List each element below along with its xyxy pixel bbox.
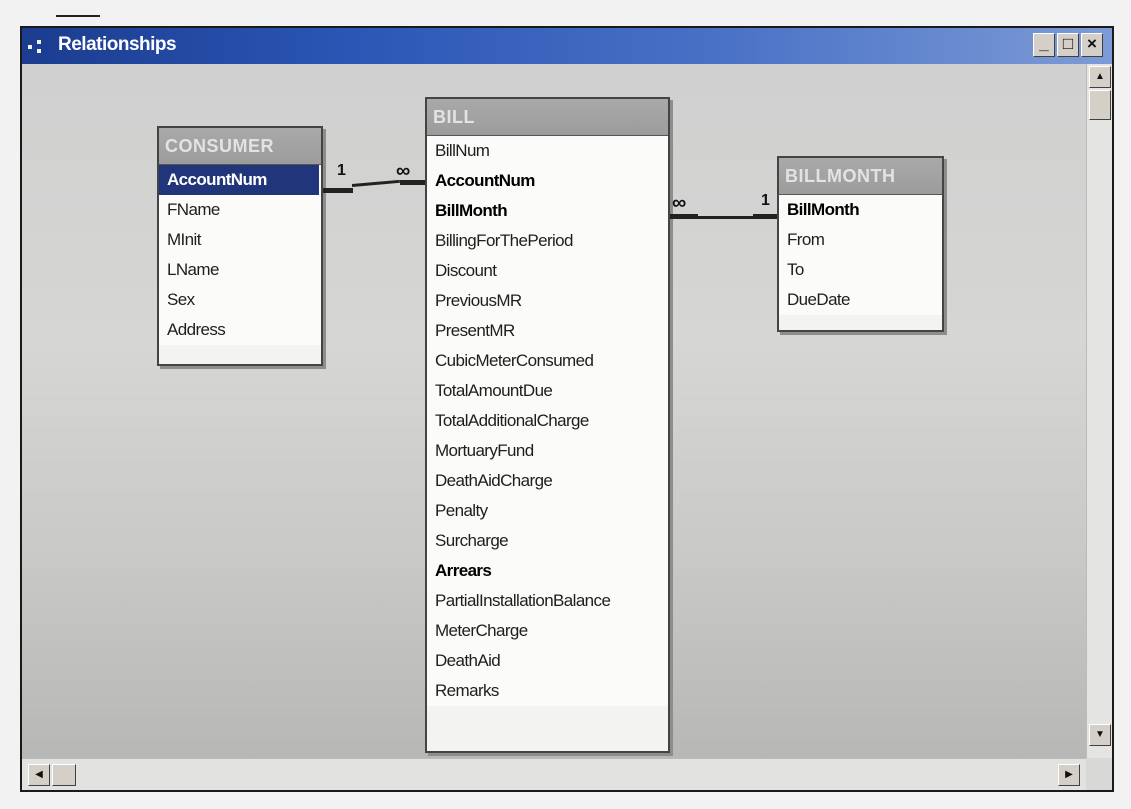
billmonth-field-row[interactable]: DueDate <box>779 285 942 315</box>
bill-field-row[interactable]: MeterCharge <box>427 616 668 646</box>
scroll-left-button[interactable]: ◀ <box>28 764 50 786</box>
bill-field-row[interactable]: AccountNum <box>427 166 668 196</box>
window-title: Relationships <box>58 34 177 55</box>
minimize-button[interactable]: _ <box>1033 33 1055 57</box>
relationships-canvas[interactable]: CONSUMER AccountNum FName MInit LName Sex Add… <box>22 64 1086 758</box>
consumer-field-row[interactable]: FName <box>159 195 321 225</box>
billmonth-table-title[interactable]: BILLMONTH <box>779 158 942 195</box>
consumer-field-row[interactable]: Sex <box>159 285 321 315</box>
bill-table-title[interactable]: BILL <box>427 99 668 136</box>
bill-field-row[interactable]: TotalAdditionalCharge <box>427 406 668 436</box>
billmonth-field-row[interactable]: To <box>779 255 942 285</box>
bill-field-row[interactable]: BillingForThePeriod <box>427 226 668 256</box>
consumer-table[interactable]: CONSUMER AccountNum FName MInit LName Sex Add… <box>157 126 323 366</box>
consumer-field-row[interactable]: LName <box>159 255 321 285</box>
bill-table[interactable]: BILL BillNum AccountNum BillMonth BillingFo… <box>425 97 670 753</box>
bill-field-row[interactable]: PresentMR <box>427 316 668 346</box>
maximize-button[interactable]: □ <box>1057 33 1079 57</box>
resize-grip-icon[interactable] <box>1086 758 1112 790</box>
bill-field-row[interactable]: PartialInstallationBalance <box>427 586 668 616</box>
bill-field-row[interactable]: Surcharge <box>427 526 668 556</box>
consumer-field-row[interactable]: MInit <box>159 225 321 255</box>
bill-field-row[interactable]: DeathAid <box>427 646 668 676</box>
consumer-field-row[interactable]: AccountNum <box>159 165 319 195</box>
bill-field-row[interactable]: PreviousMR <box>427 286 668 316</box>
bill-field-list: BillNum AccountNum BillMonth BillingForTheP… <box>427 136 668 706</box>
consumer-table-title[interactable]: CONSUMER <box>159 128 321 165</box>
consumer-one-end <box>323 188 353 193</box>
vertical-scrollbar[interactable]: ▲ ▼ <box>1086 64 1112 758</box>
bill-field-row[interactable]: CubicMeterConsumed <box>427 346 668 376</box>
consumer-field-row[interactable]: Address <box>159 315 321 345</box>
bill-field-row[interactable]: TotalAmountDue <box>427 376 668 406</box>
billmonth-one-end <box>753 214 777 219</box>
relationships-window: Relationships _ □ × CONSUMER AccountNum F… <box>20 26 1114 792</box>
bill-field-row[interactable]: BillMonth <box>427 196 668 226</box>
billmonth-table[interactable]: BILLMONTH BillMonth From To DueDate <box>777 156 944 332</box>
bill-field-row[interactable]: Discount <box>427 256 668 286</box>
bill-billmonth-many-label: ∞ <box>672 192 686 214</box>
bill-field-row[interactable]: BillNum <box>427 136 668 166</box>
billmonth-field-list: BillMonth From To DueDate <box>779 195 942 315</box>
bill-field-row[interactable]: MortuaryFund <box>427 436 668 466</box>
horizontal-scrollbar[interactable]: ◀ ▶ <box>22 758 1086 790</box>
bill-field-row[interactable]: Penalty <box>427 496 668 526</box>
bill-billmonth-one-label: 1 <box>761 192 770 209</box>
billmonth-field-row[interactable]: From <box>779 225 942 255</box>
consumer-bill-one-label: 1 <box>337 162 346 179</box>
photo-edge-line <box>56 15 100 17</box>
close-button[interactable]: × <box>1081 33 1103 57</box>
bill-field-row[interactable]: DeathAidCharge <box>427 466 668 496</box>
relationships-window-icon <box>28 39 50 53</box>
consumer-bill-many-label: ∞ <box>396 160 410 182</box>
scroll-down-button[interactable]: ▼ <box>1089 724 1111 746</box>
consumer-field-list: AccountNum FName MInit LName Sex Address <box>159 165 321 345</box>
billmonth-field-row[interactable]: BillMonth <box>779 195 942 225</box>
bill-field-row[interactable]: Arrears <box>427 556 668 586</box>
bill-field-row[interactable]: Remarks <box>427 676 668 706</box>
horizontal-scroll-thumb[interactable] <box>52 764 76 786</box>
consumer-bill-relationship-line[interactable] <box>351 179 400 187</box>
vertical-scroll-thumb[interactable] <box>1089 90 1111 120</box>
scroll-right-button[interactable]: ▶ <box>1058 764 1080 786</box>
bill-billmonth-relationship-line[interactable] <box>698 216 753 219</box>
scroll-up-button[interactable]: ▲ <box>1089 66 1111 88</box>
title-bar[interactable]: Relationships _ □ × <box>22 28 1112 64</box>
